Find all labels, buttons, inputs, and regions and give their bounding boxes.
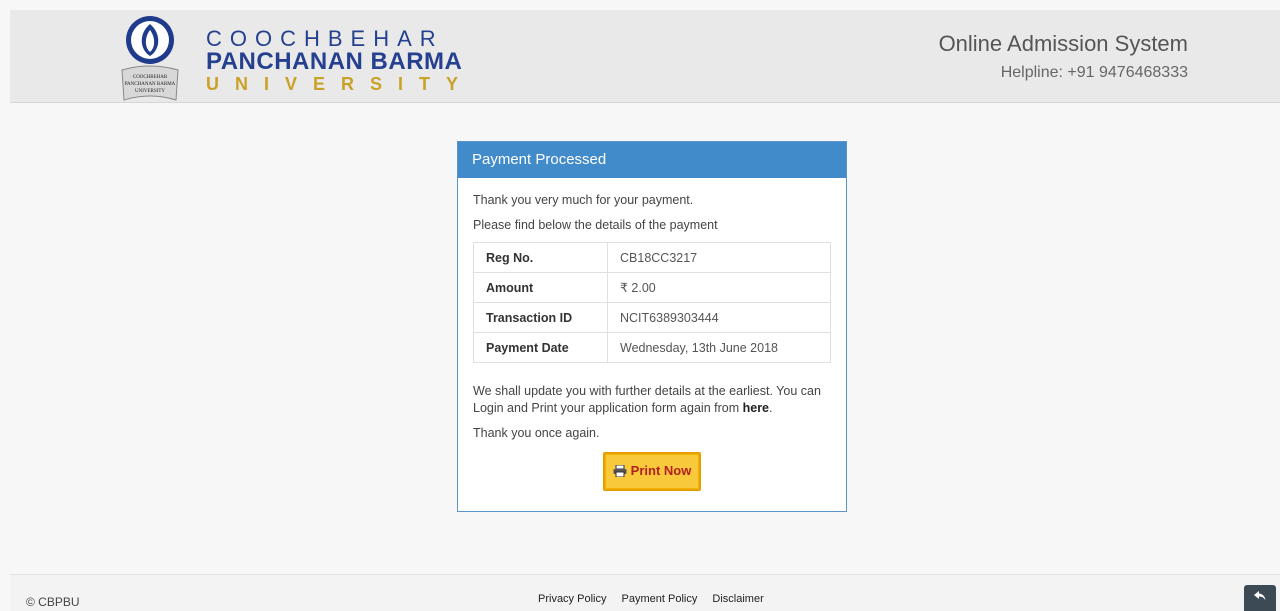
app-title: Online Admission System (938, 31, 1188, 56)
payment-date-label: Payment Date (473, 332, 608, 363)
note-period: . (769, 401, 773, 415)
print-now-button[interactable]: Print Now (602, 452, 702, 491)
thanks-again-text: Thank you once again. (473, 426, 600, 440)
site-header: COOCHBEHAR PANCHANAN BARMA UNIVERSITY CO… (10, 10, 1280, 103)
transaction-id-label: Transaction ID (473, 302, 608, 333)
site-footer: © CBPBU Privacy Policy Payment Policy Di… (10, 574, 1280, 611)
print-now-label: Print Now (630, 463, 692, 478)
printer-icon (613, 464, 627, 480)
update-note: We shall update you with further details… (473, 383, 831, 417)
logo-line-coochbehar: COOCHBEHAR (206, 26, 444, 51)
reg-no-value: CB18CC3217 (607, 242, 831, 273)
amount-value: ₹ 2.00 (607, 272, 831, 303)
panel-body: Thank you very much for your payment. Pl… (458, 178, 846, 491)
here-link[interactable]: here (743, 401, 769, 415)
back-button[interactable] (1244, 585, 1276, 611)
copyright-text: © CBPBU (26, 595, 80, 609)
table-row: Payment Date Wednesday, 13th June 2018 (473, 332, 831, 363)
transaction-id-value: NCIT6389303444 (607, 302, 831, 333)
payment-policy-link[interactable]: Payment Policy (622, 593, 698, 605)
table-row: Reg No. CB18CC3217 (473, 242, 831, 273)
print-button-wrap: Print Now (473, 452, 831, 491)
svg-text:PANCHANAN BARMA: PANCHANAN BARMA (125, 82, 176, 87)
privacy-policy-link[interactable]: Privacy Policy (538, 593, 606, 605)
payment-details-table: Reg No. CB18CC3217 Amount ₹ 2.00 Transac… (473, 242, 831, 363)
details-intro-text: Please find below the details of the pay… (473, 218, 718, 232)
logo-line-panchanan-barma: PANCHANAN BARMA (206, 48, 463, 75)
payment-panel: Payment Processed Thank you very much fo… (457, 141, 847, 512)
table-row: Amount ₹ 2.00 (473, 272, 831, 303)
header-info: Online Admission System Helpline: +91 94… (939, 30, 1188, 82)
disclaimer-link[interactable]: Disclaimer (712, 593, 763, 605)
thank-you-text: Thank you very much for your payment. (473, 193, 694, 207)
logo-line-university: UNIVERSITY (206, 74, 475, 94)
panel-title: Payment Processed (458, 142, 846, 178)
svg-text:UNIVERSITY: UNIVERSITY (135, 89, 165, 94)
footer-links: Privacy Policy Payment Policy Disclaimer (538, 593, 776, 605)
reg-no-label: Reg No. (473, 242, 608, 273)
reply-arrow-icon (1253, 589, 1267, 607)
university-logo-icon[interactable]: COOCHBEHAR PANCHANAN BARMA UNIVERSITY (116, 12, 192, 102)
table-row: Transaction ID NCIT6389303444 (473, 302, 831, 333)
svg-text:COOCHBEHAR: COOCHBEHAR (133, 75, 168, 80)
university-wordmark[interactable]: COOCHBEHAR PANCHANAN BARMA UNIVERSITY (206, 26, 475, 95)
amount-label: Amount (473, 272, 608, 303)
helpline-text: Helpline: +91 9476468333 (1000, 64, 1188, 81)
payment-date-value: Wednesday, 13th June 2018 (607, 332, 831, 363)
